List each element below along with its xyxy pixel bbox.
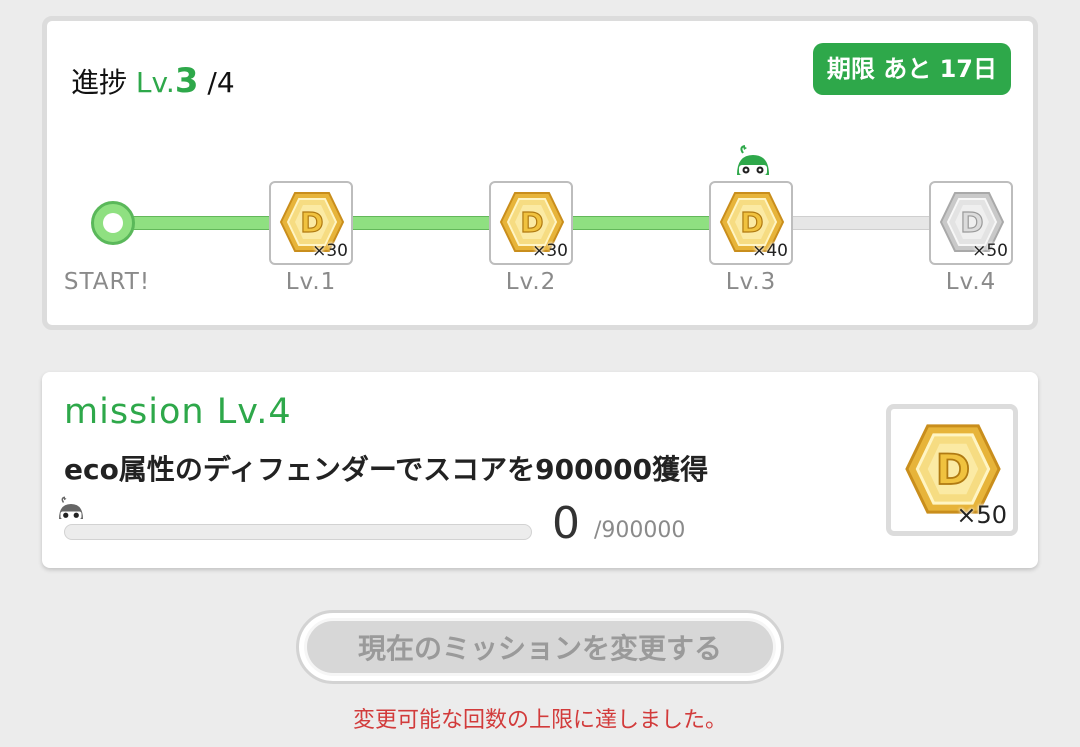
progress-max-level: /4 bbox=[207, 66, 235, 99]
mission-reward-tile[interactable]: D ×50 bbox=[886, 404, 1018, 536]
progress-card: 進捗 Lv.3 /4 期限 あと 17日 D ×30 D ×30 D ×40 D… bbox=[42, 16, 1038, 330]
svg-text:D: D bbox=[300, 206, 323, 239]
character-marker-icon bbox=[737, 145, 769, 175]
progress-track-fill bbox=[127, 216, 747, 230]
change-limit-notice: 変更可能な回数の上限に達しました。 bbox=[352, 708, 727, 733]
progress-title-prefix: 進捗 bbox=[71, 66, 128, 99]
mission-card: mission Lv.4 eco属性のディフェンダーでスコアを900000獲得 … bbox=[42, 372, 1038, 568]
svg-text:D: D bbox=[936, 445, 971, 494]
level-reward-tile-2[interactable]: D ×30 bbox=[489, 181, 573, 265]
level-reward-tile-3[interactable]: D ×40 bbox=[709, 181, 793, 265]
step-label-lv1: Lv.1 bbox=[285, 269, 337, 295]
deadline-badge: 期限 あと 17日 bbox=[812, 43, 1011, 95]
start-node bbox=[91, 201, 135, 245]
reward-quantity: ×40 bbox=[752, 241, 788, 261]
reward-quantity: ×50 bbox=[972, 241, 1008, 261]
mission-description: eco属性のディフェンダーでスコアを900000獲得 bbox=[64, 453, 709, 486]
level-reward-tile-1[interactable]: D ×30 bbox=[269, 181, 353, 265]
mission-current-value: 0 bbox=[552, 498, 580, 549]
progress-title: 進捗 Lv.3 /4 bbox=[71, 61, 235, 101]
mission-reward-quantity: ×50 bbox=[956, 501, 1007, 529]
change-mission-button[interactable]: 現在のミッションを変更する bbox=[296, 610, 784, 684]
mission-target-value: /900000 bbox=[594, 518, 686, 543]
svg-text:D: D bbox=[520, 206, 543, 239]
start-label: START! bbox=[63, 269, 151, 295]
svg-text:D: D bbox=[960, 206, 983, 239]
progress-current-level-prefix: Lv. bbox=[135, 66, 175, 99]
progress-current-level: 3 bbox=[174, 61, 199, 101]
reward-quantity: ×30 bbox=[532, 241, 568, 261]
mission-title: mission Lv.4 bbox=[64, 392, 292, 432]
reward-quantity: ×30 bbox=[312, 241, 348, 261]
svg-text:D: D bbox=[740, 206, 763, 239]
step-label-lv3: Lv.3 bbox=[725, 269, 777, 295]
change-mission-button-label: 現在のミッションを変更する bbox=[307, 621, 773, 673]
step-label-lv4: Lv.4 bbox=[945, 269, 997, 295]
mission-progress-bar bbox=[64, 524, 532, 540]
character-marker-icon bbox=[59, 496, 83, 519]
level-reward-tile-4[interactable]: D ×50 bbox=[929, 181, 1013, 265]
step-label-lv2: Lv.2 bbox=[505, 269, 557, 295]
